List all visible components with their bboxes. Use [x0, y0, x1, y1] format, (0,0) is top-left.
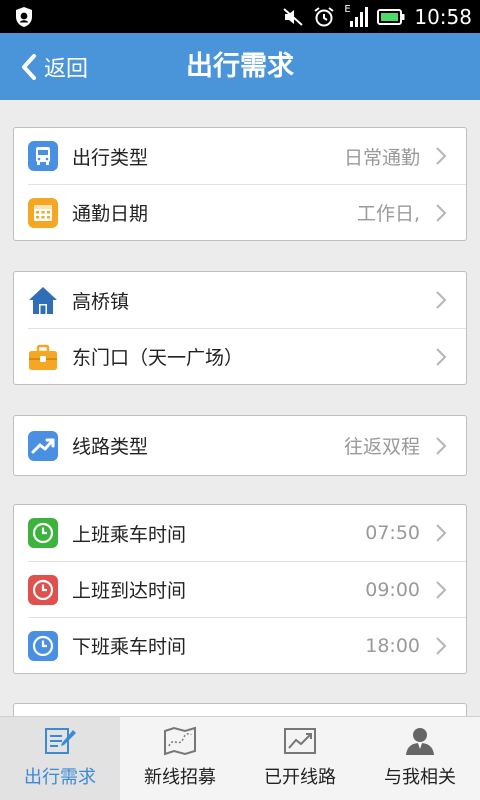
- home-icon: [28, 285, 58, 315]
- route-type-card: 线路类型 往返双程: [13, 415, 467, 476]
- row-value: 工作日,: [356, 203, 420, 225]
- row-label: 上班到达时间: [72, 580, 187, 602]
- alarm-icon: [314, 6, 334, 26]
- row-value: 18:00: [365, 634, 420, 657]
- tab-new-route-recruit[interactable]: 新线招募: [120, 717, 240, 800]
- location-card: 高桥镇 东门口（天一广场）: [13, 271, 467, 385]
- mute-icon: [283, 7, 304, 26]
- chevron-right-icon: [436, 291, 447, 309]
- clock-icon: [28, 630, 58, 661]
- signal-icon: E: [344, 4, 369, 28]
- chart-icon: [282, 725, 318, 757]
- tab-label: 出行需求: [24, 767, 96, 788]
- clock-icon: [28, 574, 58, 605]
- row-value: 日常通勤: [343, 146, 420, 169]
- clock-icon: [28, 518, 58, 548]
- briefcase-icon: [28, 342, 58, 372]
- status-bar: E 10:58: [0, 0, 480, 33]
- row-value: 07:50: [365, 522, 420, 544]
- row-label: 高桥镇: [72, 290, 130, 313]
- battery-icon: [377, 8, 405, 25]
- row-label: 线路类型: [72, 436, 149, 458]
- route-type-row[interactable]: 线路类型 往返双程: [14, 416, 466, 475]
- form-icon: [42, 725, 78, 757]
- chevron-right-icon: [436, 436, 447, 455]
- chevron-right-icon: [436, 203, 447, 222]
- chevron-right-icon: [436, 347, 447, 366]
- shield-icon: [16, 7, 32, 27]
- chevron-right-icon: [436, 147, 447, 165]
- map-route-icon: [162, 725, 198, 757]
- bottom-tab-bar: 出行需求 新线招募 已开线路 与我相关: [0, 716, 480, 800]
- tab-label: 已开线路: [264, 767, 336, 788]
- tab-label: 新线招募: [144, 767, 216, 788]
- row-label: 上班乘车时间: [72, 523, 187, 546]
- calendar-icon: [28, 197, 58, 228]
- row-value: 往返双程: [343, 436, 420, 458]
- bus-icon: [28, 141, 58, 171]
- chevron-right-icon: [436, 580, 447, 599]
- tab-label: 与我相关: [384, 767, 456, 788]
- chevron-right-icon: [436, 636, 447, 655]
- clock-time: 10:58: [414, 4, 472, 29]
- trip-type-row[interactable]: 出行类型 日常通勤: [14, 128, 466, 184]
- chevron-left-icon: [22, 53, 36, 80]
- commute-date-row[interactable]: 通勤日期 工作日,: [28, 184, 466, 240]
- tab-opened-routes[interactable]: 已开线路: [240, 717, 360, 800]
- row-label: 东门口（天一广场）: [72, 347, 244, 369]
- person-icon: [402, 725, 438, 757]
- tab-travel-needs[interactable]: 出行需求: [0, 717, 120, 800]
- trip-type-card: 出行类型 日常通勤 通勤日期 工作日,: [13, 127, 467, 241]
- row-label: 下班乘车时间: [72, 636, 187, 658]
- destination-row[interactable]: 东门口（天一广场）: [28, 328, 466, 384]
- back-button[interactable]: 返回: [20, 33, 88, 100]
- tab-related-to-me[interactable]: 与我相关: [360, 717, 480, 800]
- morning-arrival-row[interactable]: 上班到达时间 09:00: [28, 561, 466, 617]
- row-label: 通勤日期: [72, 203, 149, 225]
- header-bar: 返回 出行需求: [0, 33, 480, 100]
- morning-departure-row[interactable]: 上班乘车时间 07:50: [14, 505, 466, 561]
- evening-departure-row[interactable]: 下班乘车时间 18:00: [28, 617, 466, 673]
- row-label: 出行类型: [72, 146, 149, 169]
- chevron-right-icon: [436, 524, 447, 542]
- schedule-card: 上班乘车时间 07:50 上班到达时间 09:00 下班乘车时间 18:00: [13, 504, 467, 674]
- back-label: 返回: [44, 56, 89, 82]
- row-value: 09:00: [365, 578, 420, 601]
- origin-row[interactable]: 高桥镇: [14, 272, 466, 328]
- trend-icon: [28, 430, 58, 461]
